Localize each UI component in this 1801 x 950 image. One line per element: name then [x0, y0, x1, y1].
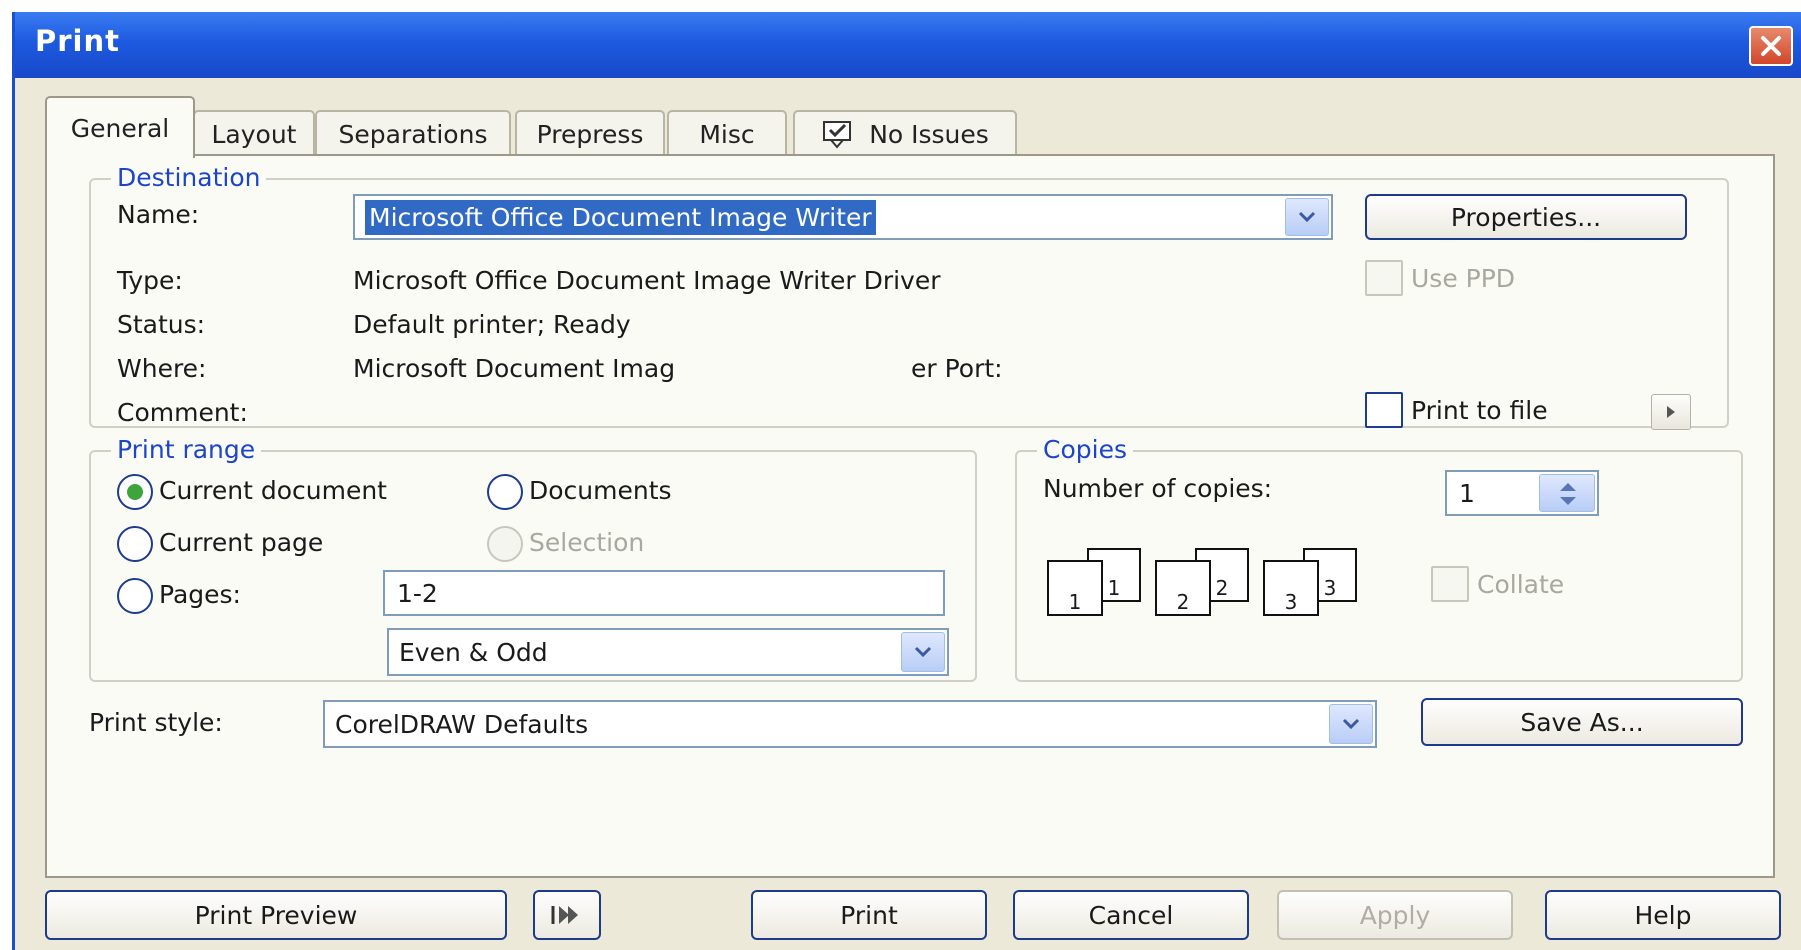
chevron-down-icon: [1298, 211, 1316, 223]
tab-label: No Issues: [869, 119, 989, 149]
printer-name-select[interactable]: Microsoft Office Document Image Writer: [353, 194, 1333, 240]
destination-title: Destination: [111, 163, 267, 192]
print-style-value: CorelDRAW Defaults: [335, 709, 589, 739]
destination-group: Destination Name: Microsoft Office Docum…: [89, 163, 1729, 430]
copies-spinner[interactable]: [1539, 474, 1595, 512]
even-odd-dropdown-button[interactable]: [901, 632, 945, 672]
pages-input[interactable]: 1-2: [383, 570, 945, 616]
print-dialog: Print General Layout Separations Prepres…: [12, 12, 1801, 950]
print-range-title: Print range: [111, 435, 262, 464]
spinner-icon: [1560, 483, 1576, 505]
pages-label: Pages:: [159, 580, 241, 609]
type-label: Type:: [117, 266, 183, 295]
number-of-copies-value: 1: [1459, 478, 1475, 508]
even-odd-value: Even & Odd: [399, 637, 548, 667]
print-preview-button[interactable]: Print Preview: [45, 890, 507, 940]
current-page-radio[interactable]: [117, 526, 153, 562]
print-style-dropdown-button[interactable]: [1329, 704, 1373, 744]
where-value-port: er Port:: [911, 354, 1003, 383]
print-style-select[interactable]: CorelDRAW Defaults: [323, 700, 1377, 748]
copies-group: Copies Number of copies: 1 1 1 2 2 3 3 C…: [1015, 435, 1743, 682]
comment-label: Comment:: [117, 398, 248, 427]
tab-label: Separations: [338, 119, 488, 149]
printer-name-dropdown-button[interactable]: [1285, 198, 1329, 236]
current-document-radio[interactable]: [117, 474, 153, 510]
print-range-group: Print range Current document Documents C…: [89, 435, 977, 682]
current-page-label: Current page: [159, 528, 324, 557]
apply-button[interactable]: Apply: [1277, 890, 1513, 940]
print-button[interactable]: Print: [751, 890, 987, 940]
documents-label: Documents: [529, 476, 672, 505]
printer-name-value: Microsoft Office Document Image Writer: [364, 198, 877, 236]
save-as-button[interactable]: Save As...: [1421, 698, 1743, 746]
close-icon: [1761, 36, 1781, 56]
window-title: Print: [35, 24, 121, 58]
number-of-copies-input[interactable]: 1: [1445, 470, 1599, 516]
page-2-front: 2: [1155, 560, 1211, 616]
tab-bar: General Layout Separations Prepress Misc…: [45, 96, 1775, 158]
where-label: Where:: [117, 354, 207, 383]
where-value: Microsoft Document Imag: [353, 354, 676, 383]
general-tab-panel: Destination Name: Microsoft Office Docum…: [45, 154, 1775, 878]
cancel-button[interactable]: Cancel: [1013, 890, 1249, 940]
arrow-right-icon: [1667, 406, 1675, 418]
collate-checkbox[interactable]: [1431, 566, 1469, 602]
mini-preview-icon: 1 1 2 2 3 3: [1047, 548, 1367, 618]
tab-label: Prepress: [536, 119, 644, 149]
number-of-copies-label: Number of copies:: [1043, 474, 1273, 503]
tab-label: Layout: [211, 119, 297, 149]
properties-button[interactable]: Properties...: [1365, 194, 1687, 240]
print-to-file-checkbox[interactable]: [1365, 392, 1403, 428]
tab-label: Misc: [699, 119, 755, 149]
documents-radio[interactable]: [487, 474, 523, 510]
selection-label: Selection: [529, 528, 645, 557]
page-3-front: 3: [1263, 560, 1319, 616]
chevron-down-icon: [914, 646, 932, 658]
preflight-icon: [823, 121, 852, 149]
mini-preview-icon: [551, 906, 578, 924]
tab-separations[interactable]: Separations: [315, 110, 511, 156]
status-label: Status:: [117, 310, 206, 339]
help-button[interactable]: Help: [1545, 890, 1781, 940]
chevron-down-icon: [1342, 718, 1360, 730]
copies-title: Copies: [1037, 435, 1133, 464]
title-bar[interactable]: Print: [15, 12, 1801, 78]
tab-layout[interactable]: Layout: [193, 110, 315, 156]
tab-label: General: [70, 113, 170, 143]
collate-label: Collate: [1477, 570, 1565, 599]
use-ppd-label: Use PPD: [1411, 264, 1516, 293]
use-ppd-checkbox[interactable]: [1365, 260, 1403, 296]
pages-radio[interactable]: [117, 578, 153, 614]
type-value: Microsoft Office Document Image Writer D…: [353, 266, 941, 295]
current-document-label: Current document: [159, 476, 387, 505]
print-to-file-label: Print to file: [1411, 396, 1548, 425]
name-label: Name:: [117, 200, 200, 229]
tab-no-issues[interactable]: No Issues: [793, 110, 1017, 156]
print-style-label: Print style:: [89, 708, 223, 737]
selection-radio[interactable]: [487, 526, 523, 562]
print-to-file-options-button[interactable]: [1651, 394, 1691, 430]
tab-general[interactable]: General: [45, 96, 195, 158]
tab-prepress[interactable]: Prepress: [515, 110, 665, 156]
page-1-front: 1: [1047, 560, 1103, 616]
status-value: Default printer; Ready: [353, 310, 631, 339]
mini-preview-toggle-button[interactable]: [533, 890, 601, 940]
close-button[interactable]: [1749, 26, 1793, 66]
even-odd-select[interactable]: Even & Odd: [387, 628, 949, 676]
tab-misc[interactable]: Misc: [667, 110, 787, 156]
